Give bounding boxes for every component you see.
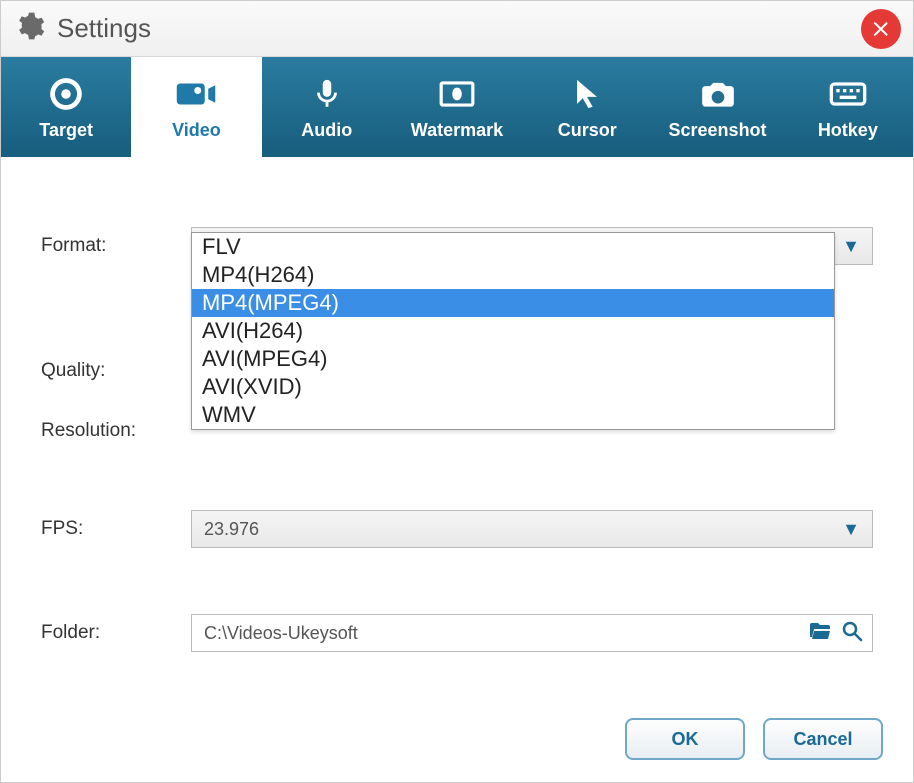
fps-select[interactable]: 23.976 ▼ — [191, 510, 873, 548]
folder-field — [191, 614, 873, 652]
chevron-down-icon: ▼ — [842, 236, 860, 257]
tab-label: Cursor — [558, 120, 617, 141]
content-area: Format: FLV ▼ FLV MP4(H264) MP4(MPEG4) A… — [1, 157, 913, 708]
search-icon[interactable] — [840, 619, 864, 648]
format-label: Format: — [41, 235, 191, 257]
dropdown-item[interactable]: MP4(H264) — [192, 261, 834, 289]
tab-hotkey[interactable]: Hotkey — [783, 57, 913, 157]
row-folder: Folder: — [41, 614, 873, 652]
folder-label: Folder: — [41, 622, 191, 644]
ok-button[interactable]: OK — [625, 718, 745, 760]
dropdown-item[interactable]: AVI(XVID) — [192, 373, 834, 401]
gear-icon — [13, 10, 45, 47]
tab-label: Screenshot — [669, 120, 767, 141]
tab-label: Video — [172, 120, 221, 141]
dropdown-item[interactable]: MP4(MPEG4) — [192, 289, 834, 317]
dropdown-item[interactable]: FLV — [192, 233, 834, 261]
fps-value: 23.976 — [204, 519, 259, 540]
window-title: Settings — [57, 13, 151, 44]
tabs: Target Video Audio Watermark Cursor Scre… — [1, 57, 913, 157]
dropdown-item[interactable]: WMV — [192, 401, 834, 429]
folder-icons — [808, 619, 864, 648]
tab-audio[interactable]: Audio — [262, 57, 392, 157]
settings-window: Settings Target Video Audio Watermark Cu… — [0, 0, 914, 783]
microphone-icon — [310, 74, 344, 114]
tab-screenshot[interactable]: Screenshot — [652, 57, 782, 157]
format-dropdown[interactable]: FLV MP4(H264) MP4(MPEG4) AVI(H264) AVI(M… — [191, 232, 835, 430]
camera-icon — [699, 74, 737, 114]
tab-label: Watermark — [411, 120, 503, 141]
target-icon — [47, 74, 85, 114]
row-fps: FPS: 23.976 ▼ — [41, 510, 873, 548]
titlebar: Settings — [1, 1, 913, 57]
cursor-icon — [570, 74, 604, 114]
tab-target[interactable]: Target — [1, 57, 131, 157]
tab-label: Hotkey — [818, 120, 878, 141]
cancel-button[interactable]: Cancel — [763, 718, 883, 760]
quality-label: Quality: — [41, 360, 191, 382]
dialog-buttons: OK Cancel — [1, 708, 913, 782]
dropdown-item[interactable]: AVI(MPEG4) — [192, 345, 834, 373]
tab-label: Audio — [301, 120, 352, 141]
tab-label: Target — [39, 120, 93, 141]
open-folder-icon[interactable] — [808, 619, 832, 648]
tab-cursor[interactable]: Cursor — [522, 57, 652, 157]
close-button[interactable] — [861, 9, 901, 49]
watermark-icon — [438, 74, 476, 114]
chevron-down-icon: ▼ — [842, 519, 860, 540]
close-icon — [870, 18, 892, 40]
fps-label: FPS: — [41, 518, 191, 540]
tab-watermark[interactable]: Watermark — [392, 57, 522, 157]
folder-input[interactable] — [204, 623, 808, 644]
video-icon — [175, 74, 217, 114]
tab-video[interactable]: Video — [131, 57, 261, 157]
dropdown-item[interactable]: AVI(H264) — [192, 317, 834, 345]
keyboard-icon — [828, 74, 868, 114]
resolution-label: Resolution: — [41, 420, 191, 442]
